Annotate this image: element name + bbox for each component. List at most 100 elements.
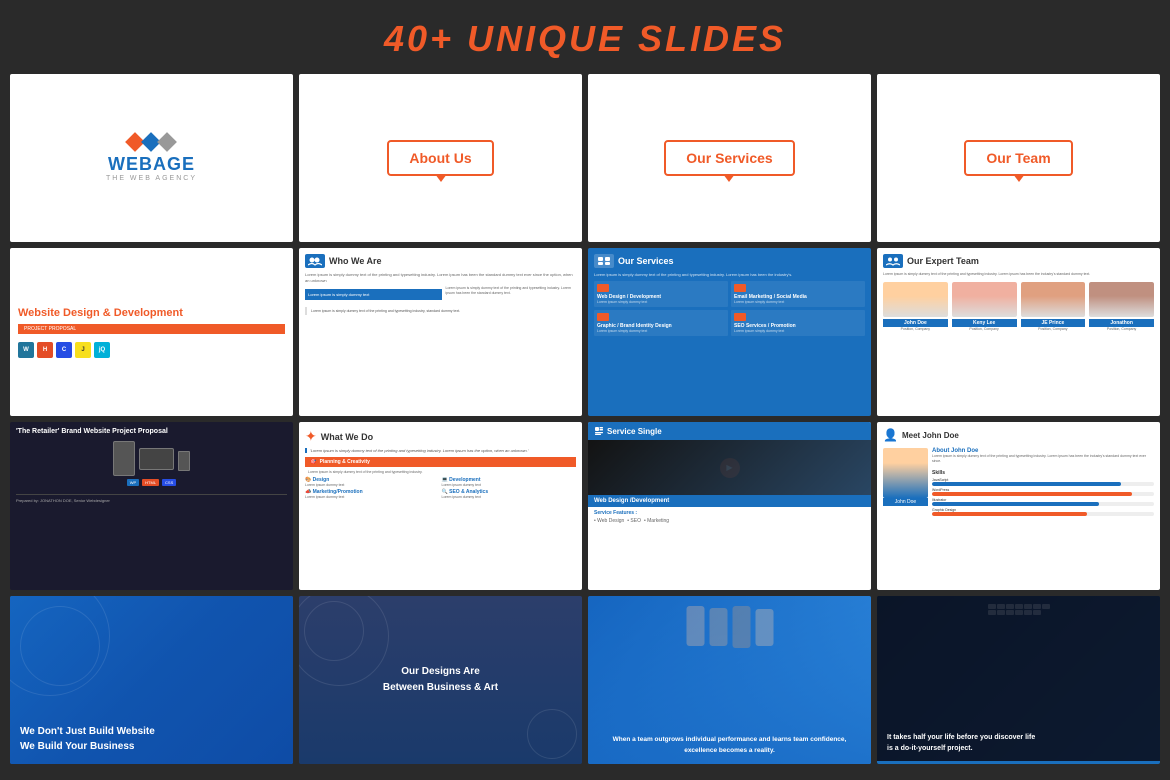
service-item-3: Graphic / Brand Identity Design Lorem ip… [594, 310, 728, 336]
skill-wp: WordPress [932, 488, 1154, 496]
slide-logo: WEBAGE THE WEB AGENCY [10, 74, 293, 242]
slide-our-team: Our Team [877, 74, 1160, 242]
services-icon [594, 254, 614, 268]
designs-line2: Between Business & Art [383, 680, 498, 696]
slide-our-services: Our Services [588, 74, 871, 242]
main-title: 40+ UNIQUE SLIDES [0, 18, 1170, 60]
logo-subtext: THE WEB AGENCY [106, 175, 197, 182]
wwd-seo: 🔍 SEO & Analytics Lorem ipsum dummy text [442, 489, 577, 499]
services-items: Web Design / Development Lorem ipsum sim… [594, 281, 865, 336]
service-single-title: Service Single [607, 427, 662, 436]
slide-website-design: Website Design & Development PROJECT PRO… [10, 248, 293, 416]
expert-team-desc: Lorem ipsum is simply dummy text of the … [883, 272, 1154, 276]
page-header: 40+ UNIQUE SLIDES [0, 0, 1170, 74]
service-video: ▶ [588, 440, 871, 495]
slide-build-website: We Don't Just Build Website We Build You… [10, 596, 293, 764]
keny-name: Keny Lee [952, 319, 1017, 327]
wdd-part1: Website Design [18, 307, 100, 319]
our-services-bubble: Our Services [664, 140, 794, 176]
je-photo [1021, 282, 1086, 317]
planning-text: Lorem ipsum is simply dummy text of the … [305, 470, 576, 474]
member-jonathon: Jonathon Position, Company [1089, 282, 1154, 331]
quote-box: Lorem ipsum is simply dummy text of the … [305, 307, 576, 315]
skill-wp-bar [932, 492, 1132, 496]
wp-badge: WP [127, 479, 139, 486]
css-badge: CSS [162, 479, 176, 486]
wdd-amp: & [103, 307, 111, 319]
laptop-device [139, 448, 174, 470]
who-we-are-body: Lorem ipsum is simply dummy text of the … [305, 272, 576, 283]
slide-what-we-do: ✦ What We Do 'Lorem ipsum is simply dumm… [299, 422, 582, 590]
features-title: Service Features : [594, 510, 865, 516]
retailer-title: 'The Retailer' Brand Website Project Pro… [16, 428, 287, 435]
design-text: Lorem ipsum dummy text [305, 483, 440, 487]
expert-team-title: Our Expert Team [907, 256, 979, 266]
service-item-4: SEO Services / Promotion Lorem ipsum sim… [731, 310, 865, 336]
who-icon [305, 254, 325, 268]
wwd-dev: 💻 Development Lorem ipsum dummy text [442, 477, 577, 487]
slide-who-we-are: Who We Are Lorem ipsum is simply dummy t… [299, 248, 582, 416]
service-features: Service Features : • Web Design • SEO • … [588, 507, 871, 527]
seo-text: Lorem ipsum dummy text [442, 495, 577, 499]
marketing-text: Lorem ipsum dummy text [305, 495, 440, 499]
john-name-tag: John Doe [883, 498, 928, 506]
slide-grid: WEBAGE THE WEB AGENCY About Us Our Servi… [0, 74, 1170, 774]
service-single-header: Service Single [588, 422, 871, 440]
service-item-1: Web Design / Development Lorem ipsum sim… [594, 281, 728, 307]
logo-text: WEBAGE [106, 154, 197, 175]
logo-diamonds [106, 134, 197, 150]
build-line1: We Don't Just Build Website [20, 724, 155, 739]
wwd-marketing: 📣 Marketing/Promotion Lorem ipsum dummy … [305, 489, 440, 499]
service-single-footer: Web Design /Development [588, 495, 871, 507]
member-john: John Doe Position, Company [883, 282, 948, 331]
css-icon: C [56, 342, 72, 358]
feature-2: • SEO [627, 518, 641, 524]
skills-title: Skills [932, 470, 1154, 476]
js-icon: J [75, 342, 91, 358]
tech-badges: WP HTML CSS [16, 479, 287, 486]
keny-photo [952, 282, 1017, 317]
slide-designs-art: Our Designs Are Between Business & Art [299, 596, 582, 764]
slide-our-services-detail: Our Services Lorem ipsum is simply dummy… [588, 248, 871, 416]
expert-team-header: Our Expert Team [883, 254, 1154, 268]
person-icon: 👤 [883, 428, 898, 442]
slide-expert-team: Our Expert Team Lorem ipsum is simply du… [877, 248, 1160, 416]
build-line2: We Build Your Business [20, 739, 155, 754]
keyboard-line2: is a do-it-yourself project. [887, 743, 1035, 754]
john-photo [883, 282, 948, 317]
member-keny: Keny Lee Position, Company [952, 282, 1017, 331]
deco-circle-5 [527, 709, 577, 759]
je-role: Position, Company [1021, 327, 1086, 331]
team-members: John Doe Position, Company Keny Lee Posi… [883, 282, 1154, 331]
bottom-stripe [877, 761, 1160, 764]
john-role: Position, Company [883, 327, 948, 331]
slide-meet-john: 👤 Meet John Doe John Doe About John Doe … [877, 422, 1160, 590]
people-silhouettes [686, 606, 773, 648]
slide-keyboard-quote: It takes half your life before you disco… [877, 596, 1160, 764]
website-design-title: Website Design & Development [18, 306, 285, 320]
slide-retailer: 'The Retailer' Brand Website Project Pro… [10, 422, 293, 590]
skill-gd: Graphic Design [932, 508, 1154, 516]
wwd-items-grid: 🎨 Design Lorem ipsum dummy text 💻 Develo… [305, 477, 576, 499]
meet-john-header: 👤 Meet John Doe [883, 428, 1154, 442]
slide-about-us: About Us [299, 74, 582, 242]
diamond-gray [158, 132, 178, 152]
team-photo-text: When a team outgrows individual performa… [596, 735, 863, 756]
our-services-label: Our Services [686, 150, 772, 166]
je-name: JE Prince [1021, 319, 1086, 327]
side-text: Lorem ipsum is simply dummy text of the … [446, 286, 577, 303]
planning-icon: 🎯 [310, 459, 316, 465]
about-us-bubble: About Us [387, 140, 493, 176]
cms-icons: W H C J jQ [18, 342, 285, 358]
device-mockups [16, 441, 287, 476]
who-we-are-title: Who We Are [329, 256, 382, 266]
logo-content: WEBAGE THE WEB AGENCY [106, 134, 197, 182]
skill-js-bar [932, 482, 1121, 486]
jonathon-role: Position, Company [1089, 327, 1154, 331]
html-icon: H [37, 342, 53, 358]
jquery-icon: jQ [94, 342, 110, 358]
deco-circle-4 [299, 596, 389, 686]
wdd-part2: Development [114, 307, 183, 319]
slide-team-photo: When a team outgrows individual performa… [588, 596, 871, 764]
team-icon [883, 254, 903, 268]
